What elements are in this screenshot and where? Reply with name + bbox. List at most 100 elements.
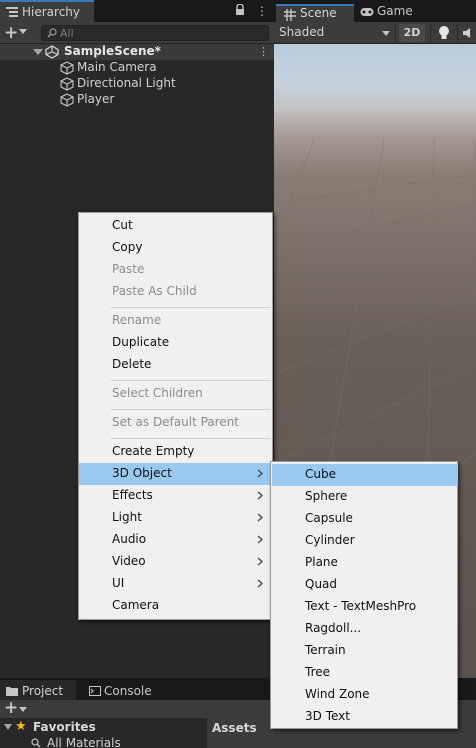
menu-item-cube[interactable]: Cube (272, 464, 458, 486)
unity-scene-icon (45, 45, 59, 59)
menu-item-camera[interactable]: Camera (79, 595, 272, 617)
menu-item-label: Paste As Child (112, 284, 197, 298)
hierarchy-item-label: Main Camera (77, 60, 157, 74)
menu-item-select-children: Select Children (79, 383, 272, 405)
create-button[interactable]: + (4, 23, 18, 43)
menu-item-ui[interactable]: UI (79, 573, 272, 595)
scene-row[interactable]: SampleScene* ⋮ (0, 44, 274, 60)
menu-item-label: Set as Default Parent (112, 415, 240, 429)
menu-item-label: Select Children (112, 386, 203, 400)
menu-item-label: Delete (112, 357, 152, 371)
menu-item-plane[interactable]: Plane (272, 552, 458, 574)
assets-breadcrumb[interactable]: Assets (212, 721, 257, 735)
audio-toggle-icon[interactable] (462, 26, 476, 40)
search-icon (47, 28, 57, 38)
menu-item-sphere[interactable]: Sphere (272, 486, 458, 508)
menu-item-label: Text - TextMeshPro (305, 599, 417, 613)
tab-project[interactable]: Project (0, 680, 76, 700)
menu-separator (111, 409, 271, 410)
hierarchy-toolbar: + (0, 22, 274, 44)
menu-item-label: Cylinder (305, 533, 355, 547)
folder-icon (6, 687, 18, 696)
scene-name: SampleScene* (64, 44, 161, 58)
menu-item-label: Cube (305, 467, 336, 481)
menu-item-wind-zone[interactable]: Wind Zone (272, 684, 458, 706)
search-icon (31, 738, 41, 748)
menu-item-set-default-parent: Set as Default Parent (79, 412, 272, 434)
tab-console-label: Console (104, 684, 152, 698)
menu-item-terrain[interactable]: Terrain (272, 640, 458, 662)
hierarchy-item-label: Directional Light (77, 76, 176, 90)
tab-hierarchy-label: Hierarchy (22, 5, 81, 19)
menu-item-3d-object[interactable]: 3D Object (79, 463, 272, 485)
grid-icon (284, 9, 296, 21)
star-icon: ★ (15, 719, 27, 734)
menu-item-tree[interactable]: Tree (272, 662, 458, 684)
gameobject-cube-icon (60, 77, 74, 91)
submenu-3d-object: Cube Sphere Capsule Cylinder Plane Quad … (270, 461, 458, 729)
menu-item-delete[interactable]: Delete (79, 354, 272, 376)
menu-item-label: Ragdoll... (305, 621, 362, 635)
project-folder-tree: ★ Favorites All Materials (0, 718, 206, 748)
menu-item-3d-text[interactable]: 3D Text (272, 706, 458, 728)
scene-more-icon[interactable]: ⋮ (258, 45, 269, 58)
tab-console[interactable]: Console (84, 680, 164, 700)
menu-item-quad[interactable]: Quad (272, 574, 458, 596)
menu-item-paste-as-child: Paste As Child (79, 281, 272, 303)
hierarchy-search[interactable] (41, 25, 269, 41)
menu-item-label: Sphere (305, 489, 348, 503)
tab-game[interactable]: Game (358, 4, 438, 22)
menu-item-label: Audio (112, 532, 147, 546)
menu-item-label: Duplicate (112, 335, 170, 349)
menu-item-label: Create Empty (112, 444, 195, 458)
menu-item-audio[interactable]: Audio (79, 529, 272, 551)
menu-item-cylinder[interactable]: Cylinder (272, 530, 458, 552)
draw-mode-dropdown[interactable]: Shaded (279, 25, 324, 39)
menu-item-label: Rename (112, 313, 162, 327)
toolbar-divider (430, 24, 431, 42)
toggle-2d-button[interactable]: 2D (399, 24, 425, 42)
menu-item-rename: Rename (79, 310, 272, 332)
chevron-right-icon (257, 491, 263, 500)
context-menu: Cut Copy Paste Paste As Child Rename Dup… (78, 212, 273, 620)
chevron-right-icon (257, 579, 263, 588)
gamepad-icon (360, 8, 374, 16)
menu-item-create-empty[interactable]: Create Empty (79, 441, 272, 463)
more-options-icon[interactable]: ⋮ (256, 4, 268, 18)
menu-item-cut[interactable]: Cut (79, 215, 272, 237)
expand-arrow-icon[interactable] (33, 49, 43, 55)
chevron-down-icon[interactable] (382, 31, 390, 36)
menu-item-capsule[interactable]: Capsule (272, 508, 458, 530)
favorites-label[interactable]: Favorites (33, 720, 96, 734)
chevron-right-icon (257, 557, 263, 566)
menu-separator (111, 307, 271, 308)
menu-item-ragdoll[interactable]: Ragdoll... (272, 618, 458, 640)
chevron-down-icon[interactable] (19, 707, 27, 712)
hierarchy-item[interactable]: Main Camera (58, 60, 258, 76)
menu-item-label: Terrain (305, 643, 346, 657)
expand-arrow-icon[interactable] (4, 724, 12, 730)
menu-item-duplicate[interactable]: Duplicate (79, 332, 272, 354)
menu-item-light[interactable]: Light (79, 507, 272, 529)
gameobject-cube-icon (60, 61, 74, 75)
hierarchy-item[interactable]: Player (58, 92, 258, 108)
menu-item-copy[interactable]: Copy (79, 237, 272, 259)
menu-item-text-textmeshpro[interactable]: Text - TextMeshPro (272, 596, 458, 618)
menu-item-label: Video (112, 554, 146, 568)
tab-scene[interactable]: Scene (276, 4, 354, 22)
chevron-right-icon (257, 469, 263, 478)
chevron-down-icon[interactable] (19, 29, 27, 34)
tab-hierarchy[interactable]: Hierarchy (0, 0, 94, 22)
menu-item-label: Plane (305, 555, 338, 569)
hierarchy-item[interactable]: Directional Light (58, 76, 258, 92)
lighting-toggle-icon[interactable] (437, 25, 451, 41)
menu-item-label: Effects (112, 488, 153, 502)
menu-item-video[interactable]: Video (79, 551, 272, 573)
all-materials-item[interactable]: All Materials (47, 736, 121, 748)
menu-item-label: 3D Text (305, 709, 350, 723)
search-input[interactable] (60, 26, 260, 40)
lock-icon[interactable] (235, 4, 245, 16)
menu-item-effects[interactable]: Effects (79, 485, 272, 507)
menu-item-label: UI (112, 576, 125, 590)
project-create-button[interactable]: + (4, 698, 18, 718)
